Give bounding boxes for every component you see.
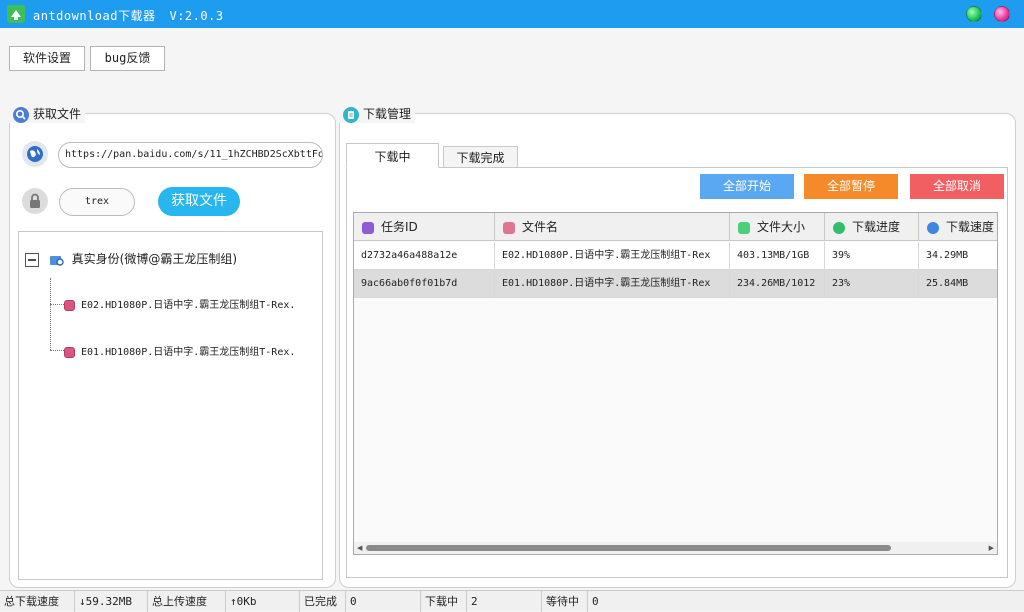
lock-icon (22, 188, 48, 214)
total-upload-speed: ↑0Kb (226, 591, 300, 612)
tree-item-label: E02.HD1080P.日语中字.霸王龙压制组T-Rex. (81, 300, 296, 311)
pause-all-button[interactable]: 全部暂停 (804, 174, 898, 199)
close-button[interactable] (994, 6, 1010, 22)
settings-button[interactable]: 软件设置 (9, 46, 85, 71)
cell-speed: 25.84MB (919, 270, 997, 298)
tree-item[interactable]: E01.HD1080P.日语中字.霸王龙压制组T-Rex. (64, 343, 295, 359)
file-icon (64, 346, 75, 358)
fetch-panel-title-text: 获取文件 (33, 107, 82, 121)
downloading-count: 2 (467, 591, 542, 612)
arrow-up-icon: ↑ (230, 595, 237, 608)
tab-completed[interactable]: 下载完成 (443, 146, 518, 168)
tree-connector-branch (50, 304, 64, 305)
bug-feedback-button[interactable]: bug反馈 (90, 46, 165, 71)
column-header-label: 文件大小 (757, 220, 806, 234)
download-table: 任务ID 文件名 文件大小 下载进度 下载速度 d2732a46a488a12e… (353, 212, 998, 555)
scroll-left-icon[interactable]: ◀ (357, 544, 362, 552)
completed-count: 0 (346, 591, 421, 612)
tree-connector-branch (50, 350, 64, 351)
folder-search-icon (49, 255, 64, 266)
fetch-file-button[interactable]: 获取文件 (158, 187, 240, 216)
globe-icon (22, 141, 48, 167)
edit-icon (362, 221, 374, 234)
total-download-speed-value: 59.32MB (85, 595, 132, 608)
column-header-task-id[interactable]: 任务ID (354, 213, 495, 241)
total-download-speed: ↓59.32MB (75, 591, 148, 612)
downloading-label: 下载中 (421, 591, 467, 612)
file-tree: 真实身份(微博@霸王龙压制组) E02.HD1080P.日语中字.霸王龙压制组T… (18, 231, 323, 580)
clipboard-icon (343, 106, 359, 123)
download-panel-title: 下载管理 (339, 105, 416, 123)
completed-label: 已完成 (300, 591, 346, 612)
title-bar: antdownload下载器 V:2.0.3 (0, 0, 1024, 28)
tree-connector (50, 278, 51, 350)
cell-speed: 34.29MB (919, 242, 997, 270)
tree-item-label: E01.HD1080P.日语中字.霸王龙压制组T-Rex. (81, 347, 296, 358)
column-header-label: 下载速度 (946, 220, 995, 234)
column-header-label: 任务ID (381, 220, 418, 234)
arrow-down-icon: ↓ (79, 595, 86, 608)
column-header-label: 下载进度 (852, 220, 901, 234)
box-icon (738, 221, 750, 234)
status-bar: 总下载速度 ↓59.32MB 总上传速度 ↑0Kb 已完成 0 下载中 2 等待… (0, 590, 1024, 612)
cell-progress: 23% (825, 270, 919, 298)
app-version: V:2.0.3 (169, 9, 224, 23)
column-header-filename[interactable]: 文件名 (495, 213, 730, 241)
cell-task-id: 9ac66ab0f0f01b7d (354, 270, 495, 298)
total-upload-speed-value: 0Kb (236, 595, 257, 608)
scroll-right-icon[interactable]: ▶ (989, 544, 994, 552)
file-icon (64, 299, 75, 311)
column-header-size[interactable]: 文件大小 (730, 213, 825, 241)
start-all-button[interactable]: 全部开始 (700, 174, 794, 199)
download-panel-title-text: 下载管理 (363, 107, 412, 121)
url-input[interactable]: https://pan.baidu.com/s/11_1hZCHBD2ScXbt… (58, 142, 323, 168)
check-icon (833, 221, 845, 234)
waiting-count: 0 (592, 595, 599, 608)
cell-filename: E02.HD1080P.日语中字.霸王龙压制组T-Rex (495, 242, 730, 270)
tree-root-node[interactable]: 真实身份(微博@霸王龙压制组) (25, 250, 238, 267)
app-logo-icon (7, 5, 25, 23)
tree-item[interactable]: E02.HD1080P.日语中字.霸王龙压制组T-Rex. (64, 296, 295, 312)
horizontal-scrollbar[interactable]: ◀ ▶ (354, 542, 997, 554)
cell-progress: 39% (825, 242, 919, 270)
total-upload-speed-label: 总上传速度 (148, 591, 226, 612)
cell-filename: E01.HD1080P.日语中字.霸王龙压制组T-Rex (495, 270, 730, 298)
tab-downloading[interactable]: 下载中 (346, 143, 439, 168)
scrollbar-thumb[interactable] (366, 545, 891, 551)
search-icon (13, 106, 29, 123)
cell-size: 403.13MB/1GB (730, 242, 825, 270)
waiting-label: 等待中 (542, 591, 588, 612)
window-title: antdownload下载器 V:2.0.3 (33, 7, 238, 24)
collapse-icon[interactable] (25, 252, 39, 267)
column-header-speed[interactable]: 下载速度 (919, 213, 997, 241)
globe-icon (927, 221, 939, 234)
cancel-all-button[interactable]: 全部取消 (910, 174, 1004, 199)
column-header-progress[interactable]: 下载进度 (825, 213, 919, 241)
column-header-label: 文件名 (522, 220, 559, 234)
password-input[interactable]: trex (59, 188, 135, 216)
fetch-panel-title: 获取文件 (9, 105, 86, 123)
table-row[interactable]: d2732a46a488a12e E02.HD1080P.日语中字.霸王龙压制组… (354, 242, 997, 270)
minimize-button[interactable] (966, 6, 982, 22)
total-download-speed-label: 总下载速度 (0, 591, 75, 612)
cell-task-id: d2732a46a488a12e (354, 242, 495, 270)
app-name: antdownload下载器 (33, 9, 156, 23)
table-row[interactable]: 9ac66ab0f0f01b7d E01.HD1080P.日语中字.霸王龙压制组… (354, 270, 997, 298)
cell-size: 234.26MB/1012 (730, 270, 825, 298)
tree-root-label: 真实身份(微博@霸王龙压制组) (71, 252, 238, 266)
file-icon (503, 221, 515, 234)
